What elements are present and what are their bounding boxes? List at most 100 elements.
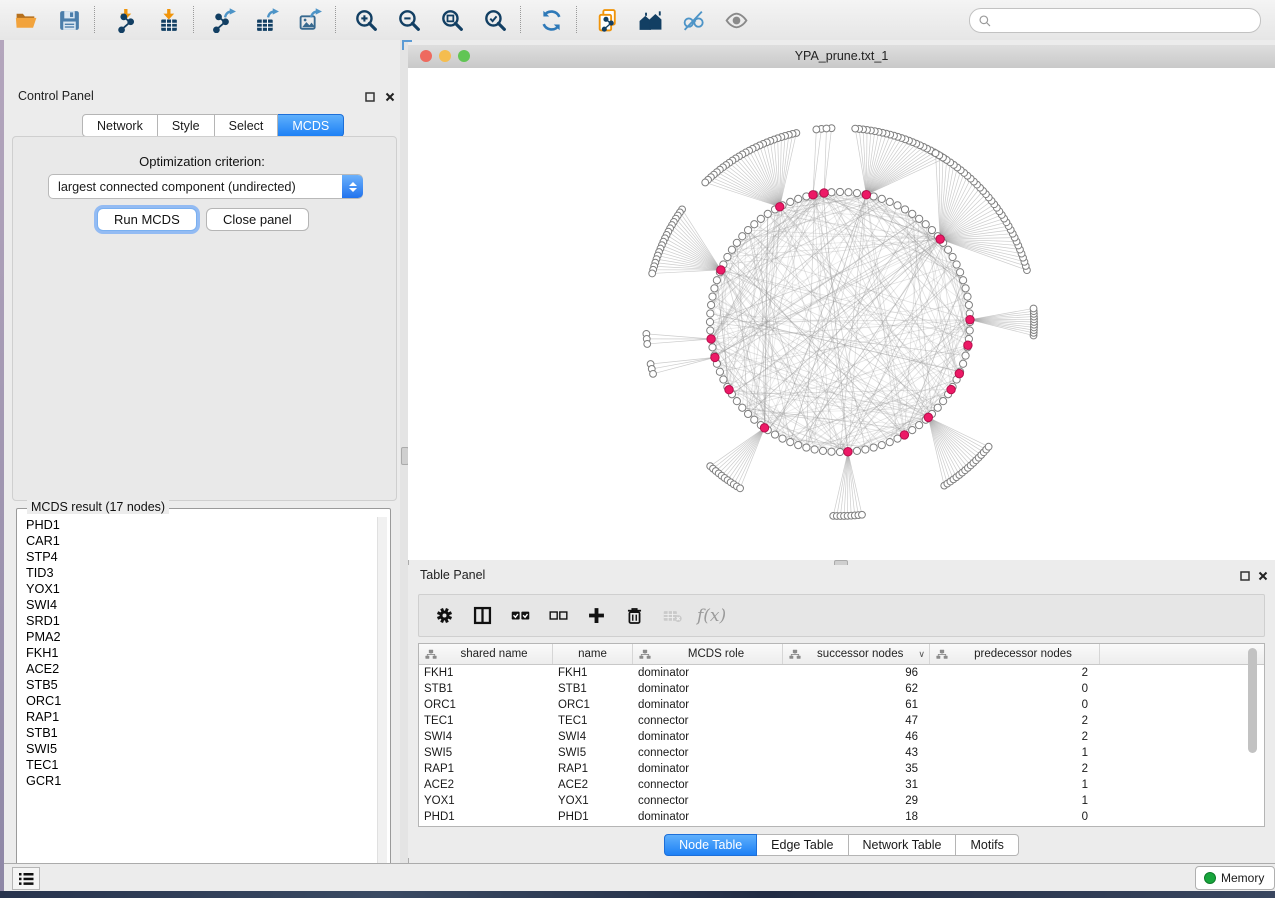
mcds-result-item[interactable]: YOX1: [26, 581, 378, 597]
import-network-button[interactable]: [111, 6, 139, 34]
column-header-successor-nodes[interactable]: successor nodes∨: [783, 644, 930, 664]
mcds-result-item[interactable]: TID3: [26, 565, 378, 581]
mcds-result-item[interactable]: SWI5: [26, 741, 378, 757]
status-bar: [4, 863, 1275, 892]
cell-predecessor-nodes: 2: [930, 731, 1100, 743]
column-header-shared-name[interactable]: shared name: [419, 644, 553, 664]
table-row[interactable]: STB1STB1dominator620: [419, 681, 1264, 697]
mcds-result-item[interactable]: PMA2: [26, 629, 378, 645]
export-table-button[interactable]: [253, 6, 281, 34]
criterion-dropdown[interactable]: largest connected component (undirected): [48, 174, 363, 199]
mcds-result-item[interactable]: ACE2: [26, 661, 378, 677]
tab-mcds[interactable]: MCDS: [278, 114, 344, 137]
mcds-result-list[interactable]: PHD1CAR1STP4TID3YOX1SWI4SRD1PMA2FKH1ACE2…: [19, 517, 378, 869]
show-button[interactable]: [722, 6, 750, 34]
zoom-out-button[interactable]: [395, 6, 423, 34]
float-panel-icon[interactable]: [363, 90, 376, 103]
table-panel-title: Table Panel: [420, 568, 485, 582]
import-network-icon: [113, 8, 138, 33]
main-toolbar: [0, 0, 1275, 41]
network-graph[interactable]: [408, 68, 1275, 560]
table-row[interactable]: ACE2ACE2connector311: [419, 777, 1264, 793]
mcds-result-item[interactable]: RAP1: [26, 709, 378, 725]
deselect-all-icon[interactable]: [545, 603, 571, 629]
select-all-icon[interactable]: [507, 603, 533, 629]
table-row[interactable]: PHD1PHD1dominator180: [419, 809, 1264, 825]
mcds-result-item[interactable]: GCR1: [26, 773, 378, 789]
cell-MCDS-role: connector: [633, 795, 783, 807]
list-icon: [19, 873, 34, 885]
settings-icon[interactable]: [431, 603, 457, 629]
mcds-result-item[interactable]: PHD1: [26, 517, 378, 533]
mcds-result-item[interactable]: FKH1: [26, 645, 378, 661]
cell-shared-name: FKH1: [419, 667, 553, 679]
run-mcds-button[interactable]: Run MCDS: [97, 208, 197, 231]
cell-name: YOX1: [553, 795, 633, 807]
mcds-result-item[interactable]: SWI4: [26, 597, 378, 613]
cell-name: RAP1: [553, 763, 633, 775]
mcds-result-item[interactable]: STP4: [26, 549, 378, 565]
tab-node-table[interactable]: Node Table: [664, 834, 757, 856]
tab-edge-table[interactable]: Edge Table: [757, 834, 848, 856]
table-row[interactable]: RAP1RAP1dominator352: [419, 761, 1264, 777]
mcds-result-scrollbar[interactable]: [377, 517, 387, 869]
houses-button[interactable]: [636, 6, 664, 34]
mcds-result-item[interactable]: ORC1: [26, 693, 378, 709]
refresh-button[interactable]: [537, 6, 565, 34]
search-field[interactable]: [969, 8, 1261, 33]
mcds-result-item[interactable]: SRD1: [26, 613, 378, 629]
cell-MCDS-role: connector: [633, 779, 783, 791]
table-row[interactable]: YOX1YOX1connector291: [419, 793, 1264, 809]
close-table-panel-icon[interactable]: [1256, 569, 1269, 582]
control-panel: Control Panel NetworkStyleSelectMCDS Opt…: [4, 40, 400, 863]
cell-name: SWI4: [553, 731, 633, 743]
delete-icon[interactable]: [621, 603, 647, 629]
tab-network[interactable]: Network: [82, 114, 158, 137]
close-panel-icon[interactable]: [383, 90, 396, 103]
task-history-button[interactable]: [12, 867, 40, 890]
control-panel-title: Control Panel: [18, 89, 94, 103]
column-header-predecessor-nodes[interactable]: predecessor nodes: [930, 644, 1100, 664]
export-network-icon: [212, 8, 237, 33]
columns-icon[interactable]: [469, 603, 495, 629]
table-row[interactable]: SWI5SWI5connector431: [419, 745, 1264, 761]
search-input[interactable]: [992, 14, 1260, 28]
mcds-result-item[interactable]: TEC1: [26, 757, 378, 773]
table-row[interactable]: SWI4SWI4dominator462: [419, 729, 1264, 745]
column-header-name[interactable]: name: [553, 644, 633, 664]
table-row[interactable]: ORC1ORC1dominator610: [419, 697, 1264, 713]
zoom-selected-button[interactable]: [481, 6, 509, 34]
export-network-button[interactable]: [210, 6, 238, 34]
network-view-canvas[interactable]: [408, 68, 1275, 560]
save-button[interactable]: [55, 6, 83, 34]
network-window-titlebar[interactable]: YPA_prune.txt_1: [408, 45, 1275, 69]
import-table-button[interactable]: [154, 6, 182, 34]
add-icon[interactable]: [583, 603, 609, 629]
cell-MCDS-role: dominator: [633, 699, 783, 711]
hide-button[interactable]: [679, 6, 707, 34]
close-panel-button[interactable]: Close panel: [206, 208, 309, 231]
tab-network-table[interactable]: Network Table: [849, 834, 957, 856]
float-table-panel-icon[interactable]: [1238, 569, 1251, 582]
export-image-button[interactable]: [296, 6, 324, 34]
mcds-result-item[interactable]: STB1: [26, 725, 378, 741]
tab-style[interactable]: Style: [158, 114, 215, 137]
search-icon: [978, 14, 992, 28]
mcds-result-item[interactable]: CAR1: [26, 533, 378, 549]
zoom-fit-button[interactable]: [438, 6, 466, 34]
tab-motifs[interactable]: Motifs: [956, 834, 1018, 856]
column-header-MCDS-role[interactable]: MCDS role: [633, 644, 783, 664]
table-row[interactable]: TEC1TEC1connector472: [419, 713, 1264, 729]
tab-select[interactable]: Select: [215, 114, 279, 137]
zoom-in-button[interactable]: [352, 6, 380, 34]
node-table[interactable]: shared namename MCDS role successor node…: [418, 643, 1265, 827]
open-button[interactable]: [12, 6, 40, 34]
table-scrollbar-thumb[interactable]: [1248, 648, 1257, 753]
memory-button[interactable]: Memory: [1195, 866, 1275, 890]
mcds-result-item[interactable]: STB5: [26, 677, 378, 693]
table-scrollbar[interactable]: [1248, 648, 1258, 820]
cell-shared-name: PHD1: [419, 811, 553, 823]
table-row[interactable]: FKH1FKH1dominator962: [419, 665, 1264, 681]
share-document-button[interactable]: [593, 6, 621, 34]
sort-desc-icon: ∨: [918, 649, 925, 660]
